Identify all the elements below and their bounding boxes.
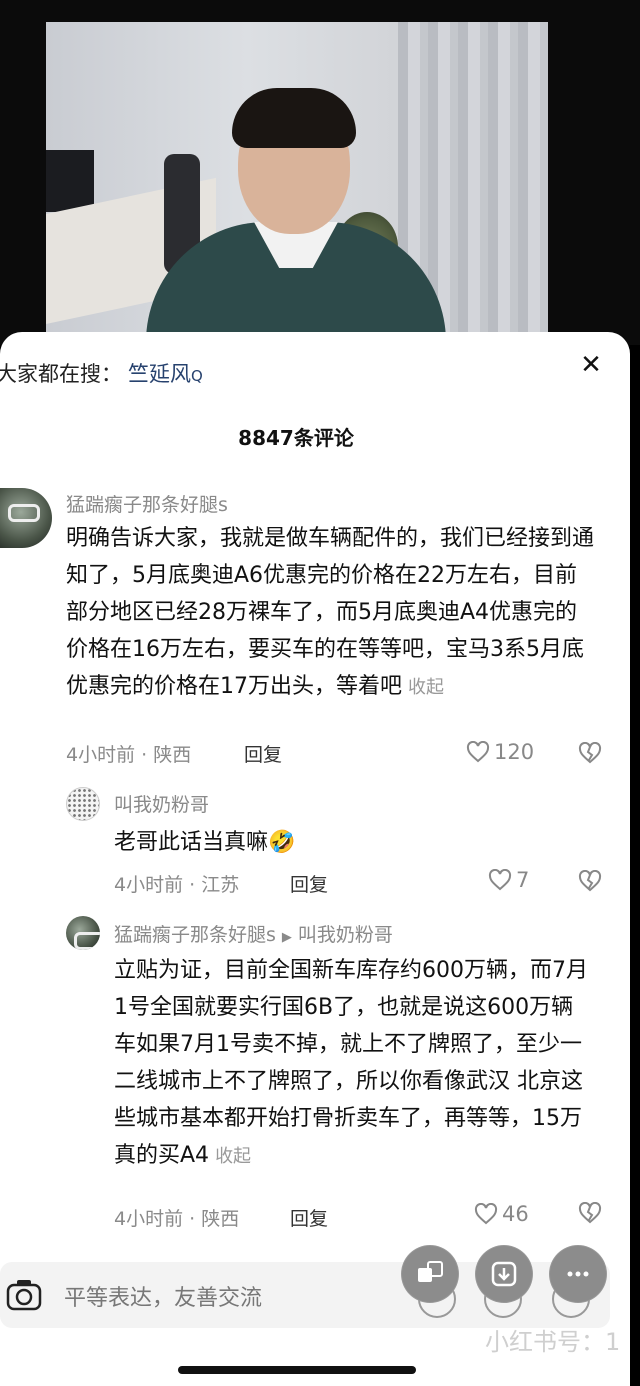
watermark: 小红书号：1 bbox=[485, 1328, 621, 1356]
broken-heart-icon bbox=[578, 741, 602, 764]
reply-button[interactable]: 回复 bbox=[290, 870, 328, 897]
comment-meta: 4小时前 · 江苏 bbox=[114, 874, 240, 896]
dislike-button[interactable] bbox=[578, 741, 602, 768]
video-frame bbox=[46, 22, 548, 340]
translate-icon[interactable] bbox=[402, 1246, 458, 1302]
comment-count: 8847条评论 bbox=[238, 426, 354, 450]
comment-meta: 4小时前 · 陕西 bbox=[66, 744, 192, 766]
camera-icon[interactable] bbox=[6, 1278, 42, 1316]
like-button[interactable]: 7 bbox=[488, 868, 529, 892]
like-count: 120 bbox=[494, 740, 535, 764]
like-button[interactable]: 46 bbox=[474, 1202, 529, 1226]
trending-search[interactable]: 大家都在搜： 竺延风Q bbox=[0, 358, 203, 388]
video-area[interactable] bbox=[0, 0, 640, 345]
reply-button[interactable]: 回复 bbox=[244, 740, 282, 767]
comment-username[interactable]: 叫我奶粉哥 bbox=[114, 790, 209, 817]
home-indicator[interactable] bbox=[178, 1366, 416, 1374]
avatar[interactable] bbox=[66, 916, 100, 950]
reply-button[interactable]: 回复 bbox=[290, 1204, 328, 1231]
monitor bbox=[46, 150, 94, 212]
collapse-link[interactable]: 收起 bbox=[408, 677, 444, 698]
dislike-button[interactable] bbox=[578, 869, 602, 896]
collapse-link[interactable]: 收起 bbox=[215, 1146, 251, 1167]
avatar[interactable] bbox=[66, 787, 100, 821]
download-icon[interactable] bbox=[476, 1246, 532, 1302]
reply-target-username[interactable]: 叫我奶粉哥 bbox=[298, 924, 393, 946]
dislike-button[interactable] bbox=[578, 1201, 602, 1228]
heart-icon bbox=[466, 740, 490, 763]
comment-text: 明确告诉大家，我就是做车辆配件的，我们已经接到通知了，5月底奥迪A6优惠完的价格… bbox=[66, 526, 595, 699]
reply-arrow-icon: ▶ bbox=[281, 930, 292, 945]
broken-heart-icon bbox=[578, 1201, 602, 1224]
comment-text: 立贴为证，目前全国新车库存约600万辆，而7月1号全国就要实行国6B了，也就是说… bbox=[114, 958, 588, 1168]
close-icon[interactable]: ✕ bbox=[576, 350, 606, 380]
like-button[interactable]: 120 bbox=[466, 740, 534, 764]
broken-heart-icon bbox=[578, 869, 602, 892]
more-icon[interactable] bbox=[550, 1246, 606, 1302]
comment-input-placeholder[interactable]: 平等表达，友善交流 bbox=[64, 1280, 262, 1312]
like-count: 7 bbox=[516, 868, 530, 892]
speaker bbox=[146, 88, 446, 340]
like-count: 46 bbox=[502, 1202, 529, 1226]
trending-prefix: 大家都在搜： bbox=[0, 362, 122, 386]
comment-text: 老哥此话当真嘛🤣 bbox=[114, 830, 296, 855]
heart-icon bbox=[488, 868, 512, 891]
comment-username[interactable]: 猛踹瘸子那条好腿s ▶ 叫我奶粉哥 bbox=[114, 920, 393, 947]
hair bbox=[232, 88, 356, 148]
comment-username[interactable]: 猛踹瘸子那条好腿s bbox=[66, 490, 228, 517]
trending-keyword[interactable]: 竺延风 bbox=[128, 362, 191, 386]
search-icon[interactable]: Q bbox=[191, 367, 203, 385]
comment-meta: 4小时前 · 陕西 bbox=[114, 1208, 240, 1230]
heart-icon bbox=[474, 1202, 498, 1225]
